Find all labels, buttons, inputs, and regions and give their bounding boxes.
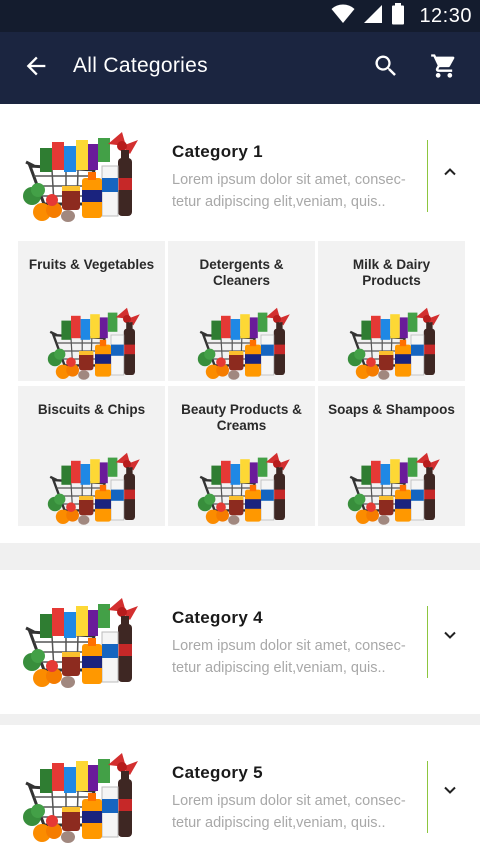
category-image bbox=[22, 747, 142, 847]
chevron-up-icon bbox=[442, 164, 458, 185]
subcategory-tile[interactable]: Fruits & Vegetables bbox=[18, 241, 165, 381]
subcategory-tile[interactable]: Soaps & Shampoos bbox=[318, 386, 465, 526]
subcategory-image bbox=[186, 303, 304, 381]
subcategory-image bbox=[336, 303, 454, 381]
subcategory-tile[interactable]: Biscuits & Chips bbox=[18, 386, 165, 526]
subcategory-tile[interactable]: Beauty Products & Creams bbox=[168, 386, 315, 526]
wifi-icon bbox=[331, 4, 355, 29]
category-header[interactable]: Category 1 Lorem ipsum dolor sit amet, c… bbox=[0, 104, 480, 239]
category-description: Lorem ipsum dolor sit amet, consec- tetu… bbox=[172, 793, 406, 831]
divider bbox=[427, 606, 428, 678]
subcategory-tile[interactable]: Milk & Dairy Products bbox=[318, 241, 465, 381]
back-arrow-icon bbox=[22, 52, 50, 85]
category-title: Category 5 bbox=[172, 763, 263, 782]
category-list[interactable]: Category 1 Lorem ipsum dolor sit amet, c… bbox=[0, 104, 480, 854]
category-image bbox=[22, 126, 142, 226]
category-header[interactable]: Category 4 Lorem ipsum dolor sit amet, c… bbox=[0, 570, 480, 705]
category-header[interactable]: Category 5 Lorem ipsum dolor sit amet, c… bbox=[0, 725, 480, 854]
chevron-down-icon bbox=[442, 627, 458, 648]
category-image bbox=[22, 592, 142, 692]
category-title: Category 1 bbox=[172, 142, 263, 161]
search-button[interactable] bbox=[368, 50, 404, 86]
divider bbox=[427, 140, 428, 212]
subcategory-label: Beauty Products & Creams bbox=[181, 402, 302, 433]
category-description: Lorem ipsum dolor sit amet, consec- tetu… bbox=[172, 638, 406, 676]
collapse-button[interactable] bbox=[436, 160, 464, 188]
subcategory-image bbox=[36, 448, 154, 526]
category-card: Category 1 Lorem ipsum dolor sit amet, c… bbox=[0, 104, 480, 543]
page-title: All Categories bbox=[73, 54, 208, 77]
category-card: Category 5 Lorem ipsum dolor sit amet, c… bbox=[0, 725, 480, 854]
subcategory-label: Biscuits & Chips bbox=[37, 402, 146, 417]
chevron-down-icon bbox=[442, 782, 458, 803]
subcategory-tile[interactable]: Detergents & Cleaners bbox=[168, 241, 315, 381]
search-icon bbox=[372, 52, 400, 85]
subcategory-image bbox=[36, 303, 154, 381]
expand-button[interactable] bbox=[436, 778, 464, 806]
status-time: 12:30 bbox=[419, 4, 472, 27]
status-bar: 12:30 bbox=[0, 0, 480, 32]
subcategory-label: Milk & Dairy Products bbox=[352, 257, 431, 288]
divider bbox=[427, 761, 428, 833]
subcategory-label: Soaps & Shampoos bbox=[328, 402, 455, 417]
subcategory-image bbox=[336, 448, 454, 526]
subcategory-grid: Fruits & Vegetables Detergents & Cleaner… bbox=[18, 241, 465, 526]
battery-icon bbox=[391, 2, 405, 30]
subcategory-image bbox=[186, 448, 304, 526]
expand-button[interactable] bbox=[436, 623, 464, 651]
category-description: Lorem ipsum dolor sit amet, consec- tetu… bbox=[172, 172, 406, 210]
app-bar: All Categories bbox=[0, 32, 480, 104]
category-title: Category 4 bbox=[172, 608, 263, 627]
status-icons: 12:30 bbox=[331, 0, 472, 32]
category-card: Category 4 Lorem ipsum dolor sit amet, c… bbox=[0, 570, 480, 714]
cart-icon bbox=[430, 52, 458, 85]
signal-icon bbox=[363, 4, 383, 29]
cart-button[interactable] bbox=[426, 50, 462, 86]
subcategory-label: Detergents & Cleaners bbox=[199, 257, 284, 288]
subcategory-label: Fruits & Vegetables bbox=[28, 257, 155, 272]
back-button[interactable] bbox=[18, 50, 54, 86]
